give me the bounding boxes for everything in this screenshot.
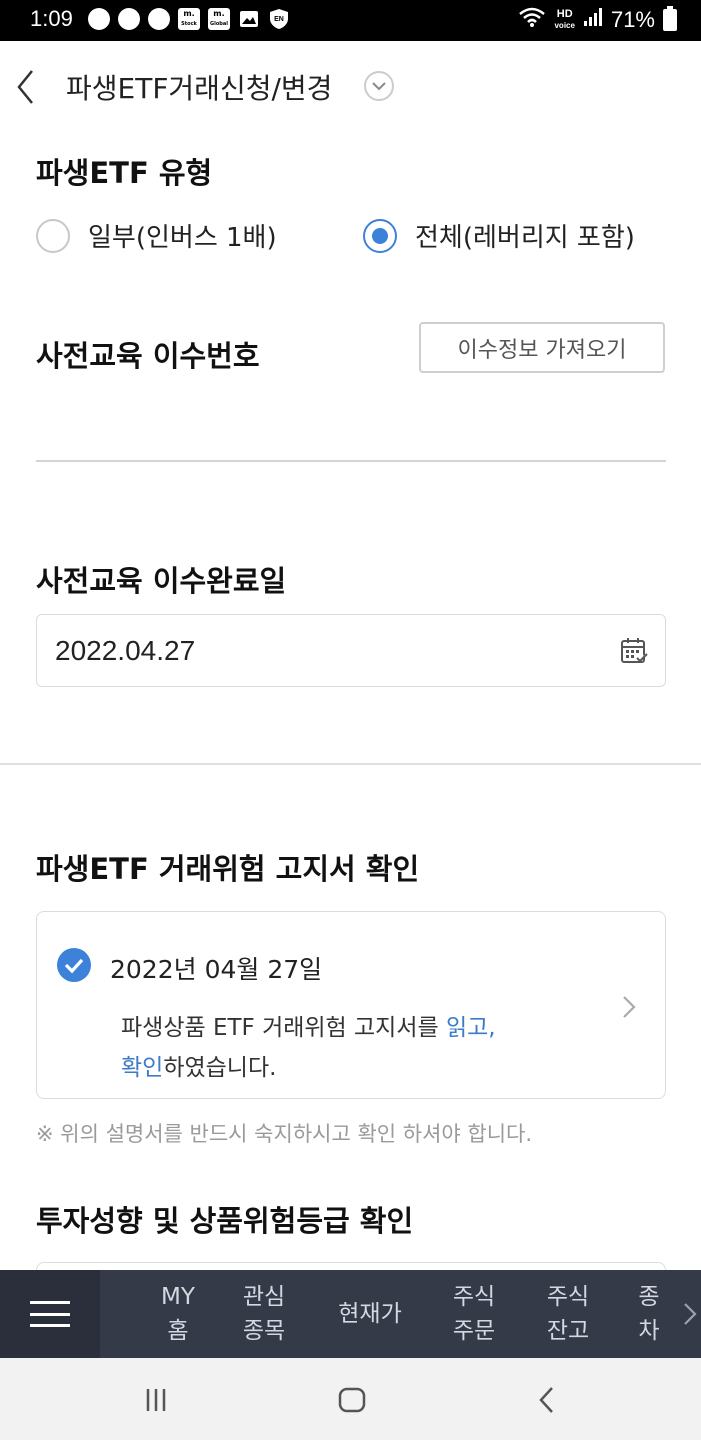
nav-stock-order[interactable]: 주식 주문 [446,1280,502,1348]
hd-voice-icon: HD voice [554,8,575,31]
notification-icons: m. Stock m. Global EN [88,8,290,30]
radio-partial[interactable]: 일부(인버스 1배) [36,217,277,254]
notice-text-part: 파생상품 ETF 거래위험 고지서를 [121,1015,446,1041]
signal-icon [583,7,603,33]
home-icon [338,1387,366,1413]
etf-type-title: 파생ETF 유형 [36,156,213,190]
education-number-input[interactable] [36,400,666,462]
chevron-right-icon[interactable] [621,994,637,1020]
calendar-icon[interactable] [619,636,649,666]
battery-icon [663,6,677,31]
status-bar: 1:09 m. Stock m. Global EN HD voice 71% [0,0,701,41]
risk-notice-footnote: ※ 위의 설명서를 반드시 숙지하시고 확인 하셔야 합니다. [36,1122,533,1146]
system-navigation-bar [0,1358,701,1440]
risk-notice-date: 2022년 04월 27일 [110,955,323,984]
chat-bubble-icon [88,8,110,30]
page-title: 파생ETF거래신청/변경 [66,72,333,105]
education-date-field[interactable]: 2022.04.27 [36,614,666,687]
back-button[interactable] [14,67,38,107]
read-link[interactable]: 읽고, [446,1015,496,1041]
back-system-button[interactable] [530,1382,566,1418]
nav-stock-balance[interactable]: 주식 잔고 [540,1280,596,1348]
risk-notice-title: 파생ETF 거래위험 고지서 확인 [36,852,420,886]
recent-apps-button[interactable] [138,1382,174,1418]
chat-bubble-icon [118,8,140,30]
fetch-education-info-button[interactable]: 이수정보 가져오기 [419,322,665,373]
education-number-title: 사전교육 이수번호 [36,339,260,373]
page-header: 파생ETF거래신청/변경 [0,41,701,131]
section-divider [0,763,701,765]
risk-notice-card[interactable]: 2022년 04월 27일 파생상품 ETF 거래위험 고지서를 읽고, 확인하… [36,911,666,1099]
status-time: 1:09 [30,6,73,31]
title-dropdown-button[interactable] [364,71,394,101]
recent-apps-icon [146,1389,166,1411]
bottom-toolbar: MY 홈 관심 종목 현재가 주식 주문 주식 잔고 종 차 [0,1270,701,1358]
radio-partial-label: 일부(인버스 1배) [88,223,277,253]
menu-button[interactable] [0,1270,100,1358]
notice-text-part: 하였습니다. [163,1055,277,1081]
etf-type-radio-group: 일부(인버스 1배) 전체(레버리지 포함) [36,217,666,257]
battery-percent: 71% [610,7,655,32]
mglobal-app-icon: m. Global [208,8,230,30]
radio-circle-checked[interactable] [363,218,397,253]
mstock-app-icon: m. Stock [178,8,200,30]
nav-more-item[interactable]: 종 차 [636,1280,662,1348]
nav-watchlist[interactable]: 관심 종목 [236,1280,292,1348]
chevron-left-icon [17,70,33,104]
radio-all[interactable]: 전체(레버리지 포함) [363,217,635,254]
chat-bubble-icon [148,8,170,30]
radio-circle-unchecked[interactable] [36,218,70,253]
status-right: HD voice 71% [518,6,677,34]
confirm-link[interactable]: 확인 [121,1055,163,1081]
radio-all-label: 전체(레버리지 포함) [415,223,635,253]
chevron-right-icon[interactable] [681,1300,699,1328]
nav-current-price[interactable]: 현재가 [330,1297,410,1331]
hamburger-icon [30,1301,70,1327]
svg-text:EN: EN [274,16,284,23]
education-date-value: 2022.04.27 [55,635,196,666]
education-date-title: 사전교육 이수완료일 [36,564,287,598]
image-icon [238,8,260,30]
chevron-down-icon [372,82,386,91]
back-arrow-icon [539,1387,553,1413]
home-button[interactable] [334,1382,370,1418]
en-shield-icon: EN [268,8,290,30]
checkmark-circle-icon [57,948,91,982]
risk-notice-text: 파생상품 ETF 거래위험 고지서를 읽고, 확인하였습니다. [121,1008,581,1088]
nav-my-home[interactable]: MY 홈 [150,1280,206,1348]
investment-profile-title: 투자성향 및 상품위험등급 확인 [36,1204,414,1238]
wifi-icon [518,6,546,34]
